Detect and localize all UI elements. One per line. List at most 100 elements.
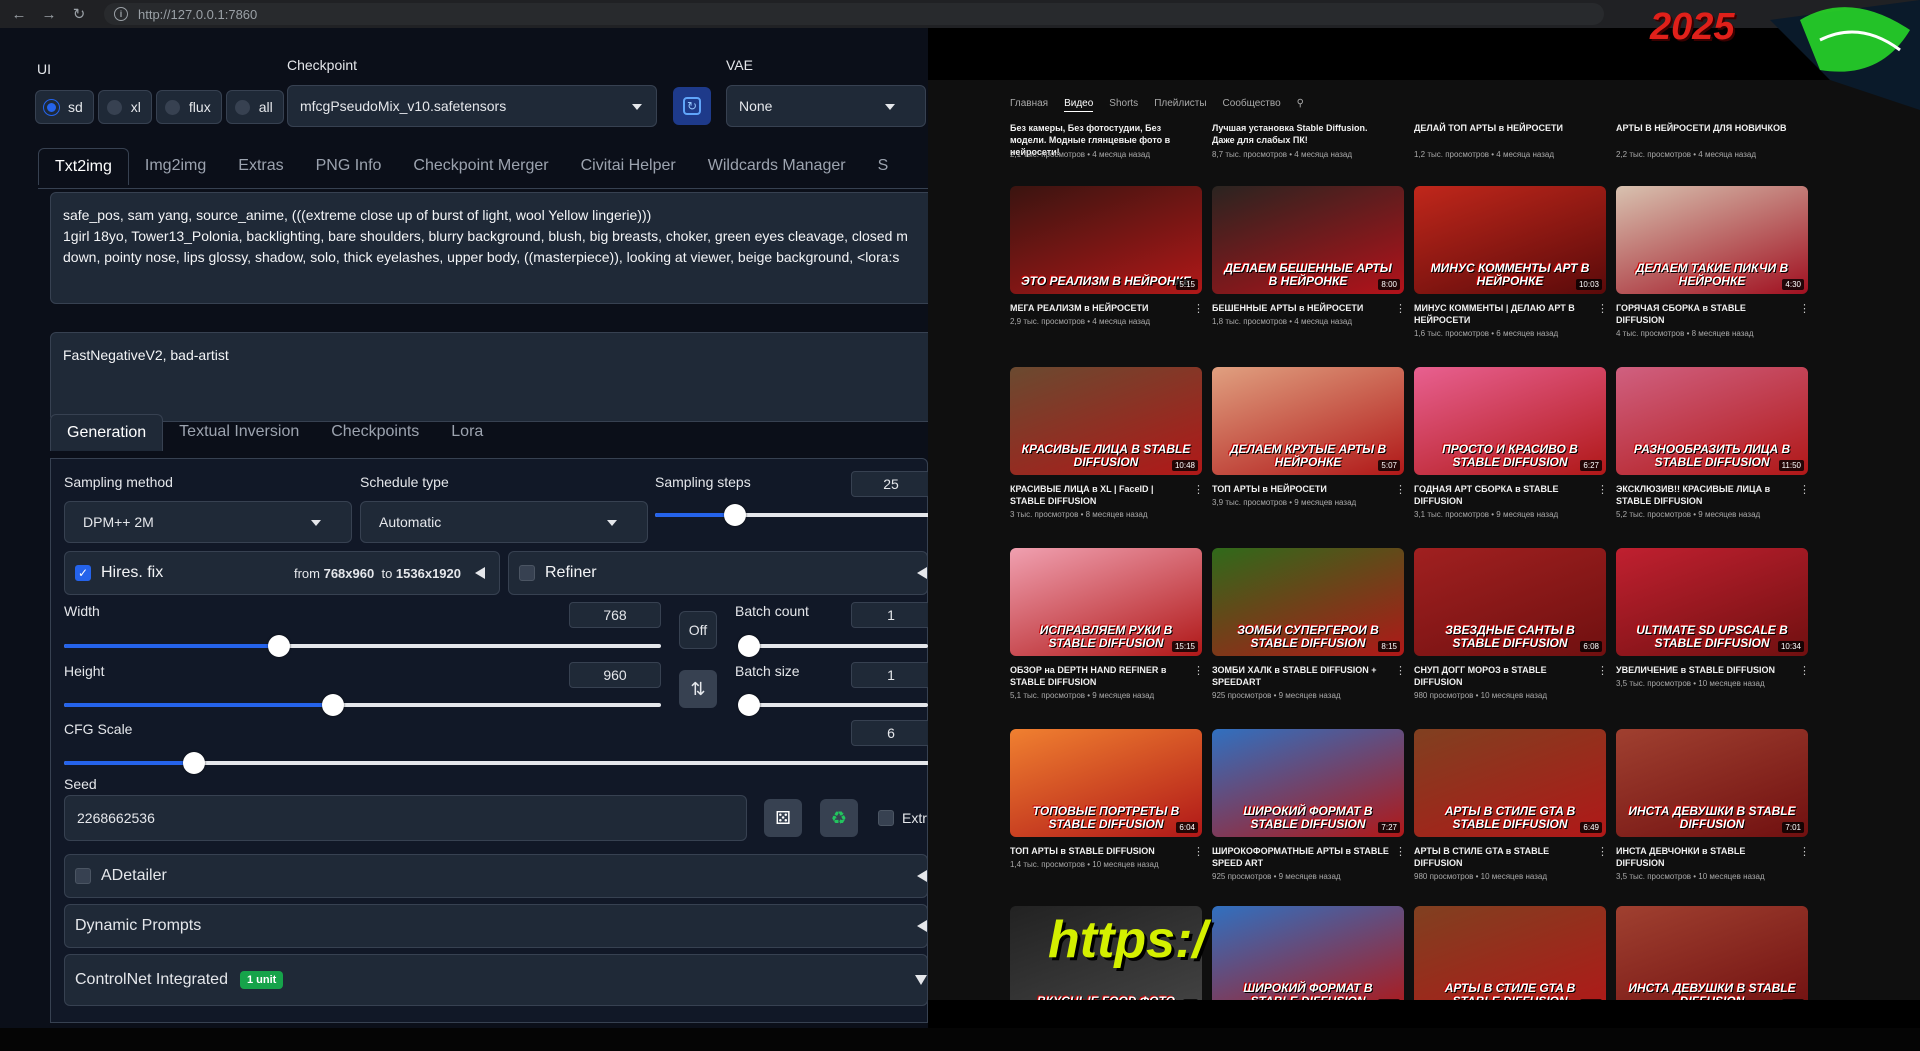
ui-option-flux[interactable]: flux (155, 90, 222, 124)
adetailer-checkbox[interactable] (75, 868, 91, 884)
video-title[interactable]: АРТЫ В НЕЙРОСЕТИ ДЛЯ НОВИЧКОВ (1616, 122, 1796, 134)
video-card[interactable]: КРАСИВЫЕ ЛИЦА В STABLE DIFFUSION 10:48 КРА… (1010, 367, 1204, 519)
vae-dropdown[interactable]: None (726, 85, 926, 127)
sampling-steps-input[interactable]: 25 (851, 471, 928, 497)
video-title[interactable]: Лучшая установка Stable Diffusion. Даже … (1212, 122, 1392, 146)
refiner-checkbox[interactable] (519, 565, 535, 581)
video-title[interactable]: ТОП АРТЫ в STABLE DIFFUSION (1010, 845, 1188, 857)
cfg-scale-input[interactable]: 6 (851, 720, 928, 746)
tab-civitai-helper[interactable]: Civitai Helper (565, 148, 692, 185)
yt-tab-playlists[interactable]: Плейлисты (1154, 98, 1206, 112)
more-options-icon[interactable]: ⋮ (1395, 664, 1406, 677)
video-thumbnail[interactable]: ДЕЛАЕМ БЕШЕННЫЕ АРТЫ В НЕЙРОНКЕ 8:00 (1212, 186, 1404, 294)
slider-thumb[interactable] (182, 752, 205, 774)
video-title[interactable]: ТОП АРТЫ в НЕЙРОСЕТИ (1212, 483, 1390, 495)
refresh-checkpoint-button[interactable]: ↻ (673, 87, 711, 125)
video-thumbnail[interactable]: ИНСТА ДЕВУШКИ В STABLE DIFFUSION7:01 (1616, 729, 1808, 837)
width-slider[interactable] (64, 635, 661, 657)
tab-more[interactable]: S (862, 148, 905, 185)
more-options-icon[interactable]: ⋮ (1395, 302, 1406, 315)
batch-size-slider[interactable] (737, 694, 928, 716)
info-icon[interactable]: i (114, 7, 128, 21)
tab-png-info[interactable]: PNG Info (300, 148, 398, 185)
negative-prompt-textarea[interactable]: FastNegativeV2, bad-artist (50, 332, 928, 422)
video-card[interactable]: ДЕЛАЕМ БЕШЕННЫЕ АРТЫ В НЕЙРОНКЕ 8:00 БЕШЕН… (1212, 186, 1406, 326)
slider-thumb[interactable] (267, 635, 290, 657)
video-thumbnail[interactable]: МИНУС КОММЕНТЫ АРТ В НЕЙРОНКЕ 10:03 (1414, 186, 1606, 294)
more-options-icon[interactable]: ⋮ (1799, 483, 1810, 496)
tab-img2img[interactable]: Img2img (129, 148, 222, 185)
tab-textual-inversion[interactable]: Textual Inversion (163, 414, 315, 451)
video-card[interactable]: МИНУС КОММЕНТЫ АРТ В НЕЙРОНКЕ 10:03 МИНУС … (1414, 186, 1608, 338)
video-title[interactable]: ГОДНАЯ АРТ СБОРКА в STABLE DIFFUSION (1414, 483, 1592, 507)
address-bar[interactable]: i http://127.0.0.1:7860 (104, 3, 1604, 25)
yt-tab-shorts[interactable]: Shorts (1109, 98, 1138, 112)
video-thumbnail[interactable]: АРТЫ В СТИЛЕ GTA В STABLE DIFFUSION 6:49 (1414, 906, 1606, 1000)
more-options-icon[interactable]: ⋮ (1597, 483, 1608, 496)
refiner-accordion[interactable]: Refiner (508, 551, 928, 595)
video-title[interactable]: ИНСТА ДЕВЧОНКИ в STABLE DIFFUSION (1616, 845, 1794, 869)
video-card[interactable]: АРТЫ В СТИЛЕ GTA В STABLE DIFFUSION6:49А… (1414, 729, 1608, 881)
video-card[interactable]: ИСПРАВЛЯЕМ РУКИ В STABLE DIFFUSION 15:15 О… (1010, 548, 1204, 700)
reuse-seed-button[interactable]: ♻ (820, 799, 858, 837)
hires-fix-accordion[interactable]: ✓ Hires. fix from 768x960 to 1536x1920 (64, 551, 500, 595)
more-options-icon[interactable]: ⋮ (1193, 664, 1204, 677)
yt-tab-videos[interactable]: Видео (1064, 98, 1094, 112)
back-icon[interactable]: ← (8, 3, 30, 25)
video-title[interactable]: МЕГА РЕАЛИЗМ в НЕЙРОСЕТИ (1010, 302, 1188, 314)
video-title[interactable]: ШИРОКОФОРМАТНЫЕ АРТЫ в STABLE SPEED ART (1212, 845, 1390, 869)
more-options-icon[interactable]: ⋮ (1799, 845, 1810, 858)
video-title[interactable]: ЭКСКЛЮЗИВ!! КРАСИВЫЕ ЛИЦА в STABLE DIFFU… (1616, 483, 1794, 507)
prompt-textarea[interactable]: safe_pos, sam yang, source_anime, (((ext… (50, 192, 928, 304)
video-thumbnail[interactable]: ШИРОКИЙ ФОРМАТ В STABLE DIFFUSION 7:27 (1212, 729, 1404, 837)
more-options-icon[interactable]: ⋮ (1193, 845, 1204, 858)
more-options-icon[interactable]: ⋮ (1193, 302, 1204, 315)
video-title[interactable]: ОБЗОР на DEPTH HAND REFINER в STABLE DIF… (1010, 664, 1188, 688)
video-card[interactable]: ДЕЛАЕМ КРУТЫЕ АРТЫ В НЕЙРОНКЕ 5:07 ТОП АРТ… (1212, 367, 1406, 507)
video-card[interactable]: АРТЫ В СТИЛЕ GTA В STABLE DIFFUSION6:49А… (1414, 906, 1606, 1000)
more-options-icon[interactable]: ⋮ (1395, 845, 1406, 858)
schedule-type-dropdown[interactable]: Automatic (360, 501, 648, 543)
swap-dimensions-button[interactable]: ⇅ (679, 670, 717, 708)
video-card[interactable]: ЭТО РЕАЛИЗМ В НЕЙРОНКЕ 5:15 МЕГА РЕАЛИЗМ в… (1010, 186, 1204, 326)
controlnet-accordion[interactable]: ControlNet Integrated 1 unit (64, 954, 928, 1006)
extra-seed-checkbox[interactable] (878, 810, 894, 826)
video-title[interactable]: БЕШЕННЫЕ АРТЫ в НЕЙРОСЕТИ (1212, 302, 1390, 314)
more-options-icon[interactable]: ⋮ (1799, 664, 1810, 677)
more-options-icon[interactable]: ⋮ (1395, 483, 1406, 496)
tab-generation[interactable]: Generation (50, 414, 164, 451)
dynamic-prompts-accordion[interactable]: Dynamic Prompts (64, 904, 928, 948)
video-title[interactable]: УВЕЛИЧЕНИЕ в STABLE DIFFUSION (1616, 664, 1794, 676)
video-thumbnail[interactable]: АРТЫ В СТИЛЕ GTA В STABLE DIFFUSION 6:49 (1414, 729, 1606, 837)
video-title[interactable]: ДЕЛАЙ ТОП АРТЫ в НЕЙРОСЕТИ (1414, 122, 1594, 134)
cfg-scale-slider[interactable] (64, 752, 928, 774)
tab-lora[interactable]: Lora (435, 414, 499, 451)
tab-extras[interactable]: Extras (222, 148, 299, 185)
video-thumbnail[interactable]: ИНСТА ДЕВУШКИ В STABLE DIFFUSION7:01 (1616, 906, 1808, 1000)
video-thumbnail[interactable]: ТОПОВЫЕ ПОРТРЕТЫ В STABLE DIFFUSION 6:04 (1010, 729, 1202, 837)
video-card[interactable]: ИНСТА ДЕВУШКИ В STABLE DIFFUSION7:01ИНСТ… (1616, 906, 1808, 1000)
video-thumbnail[interactable]: ШИРОКИЙ ФОРМАТ В STABLE DIFFUSION 7:27 (1212, 906, 1404, 1000)
video-card[interactable]: ULTIMATE SD UPSCALE В STABLE DIFFUSION 10… (1616, 548, 1810, 688)
search-icon[interactable]: ⚲ (1297, 98, 1304, 112)
video-title[interactable]: СНУП ДОГГ МОРОЗ в STABLE DIFFUSION (1414, 664, 1592, 688)
video-title[interactable]: КРАСИВЫЕ ЛИЦА в XL | FaceID | STABLE DIF… (1010, 483, 1188, 507)
batch-count-slider[interactable] (737, 635, 928, 657)
video-thumbnail[interactable]: ЭТО РЕАЛИЗМ В НЕЙРОНКЕ 5:15 (1010, 186, 1202, 294)
video-thumbnail[interactable]: ЗОМБИ СУПЕРГЕРОИ В STABLE DIFFUSION 8:15 (1212, 548, 1404, 656)
video-card[interactable]: РАЗНООБРАЗИТЬ ЛИЦА В STABLE DIFFUSION 11:… (1616, 367, 1810, 519)
video-title[interactable]: ГОРЯЧАЯ СБОРКА в STABLE DIFFUSION (1616, 302, 1794, 326)
slider-thumb[interactable] (737, 635, 760, 657)
more-options-icon[interactable]: ⋮ (1597, 302, 1608, 315)
video-thumbnail[interactable]: ДЕЛАЕМ ТАКИЕ ПИКЧИ В НЕЙРОНКЕ 4:30 (1616, 186, 1808, 294)
slider-thumb[interactable] (737, 694, 760, 716)
more-options-icon[interactable]: ⋮ (1597, 845, 1608, 858)
video-thumbnail[interactable]: ЗВЕЗДНЫЕ САНТЫ В STABLE DIFFUSION 6:08 (1414, 548, 1606, 656)
video-card[interactable]: ПРОСТО И КРАСИВО В STABLE DIFFUSION 6:27 Г… (1414, 367, 1608, 519)
hires-off-button[interactable]: Off (679, 611, 717, 649)
width-input[interactable]: 768 (569, 602, 661, 628)
height-input[interactable]: 960 (569, 662, 661, 688)
sampling-steps-slider[interactable] (655, 504, 928, 526)
yt-tab-home[interactable]: Главная (1010, 98, 1048, 112)
video-card[interactable]: ШИРОКИЙ ФОРМАТ В STABLE DIFFUSION7:27 ШИР… (1212, 729, 1406, 881)
